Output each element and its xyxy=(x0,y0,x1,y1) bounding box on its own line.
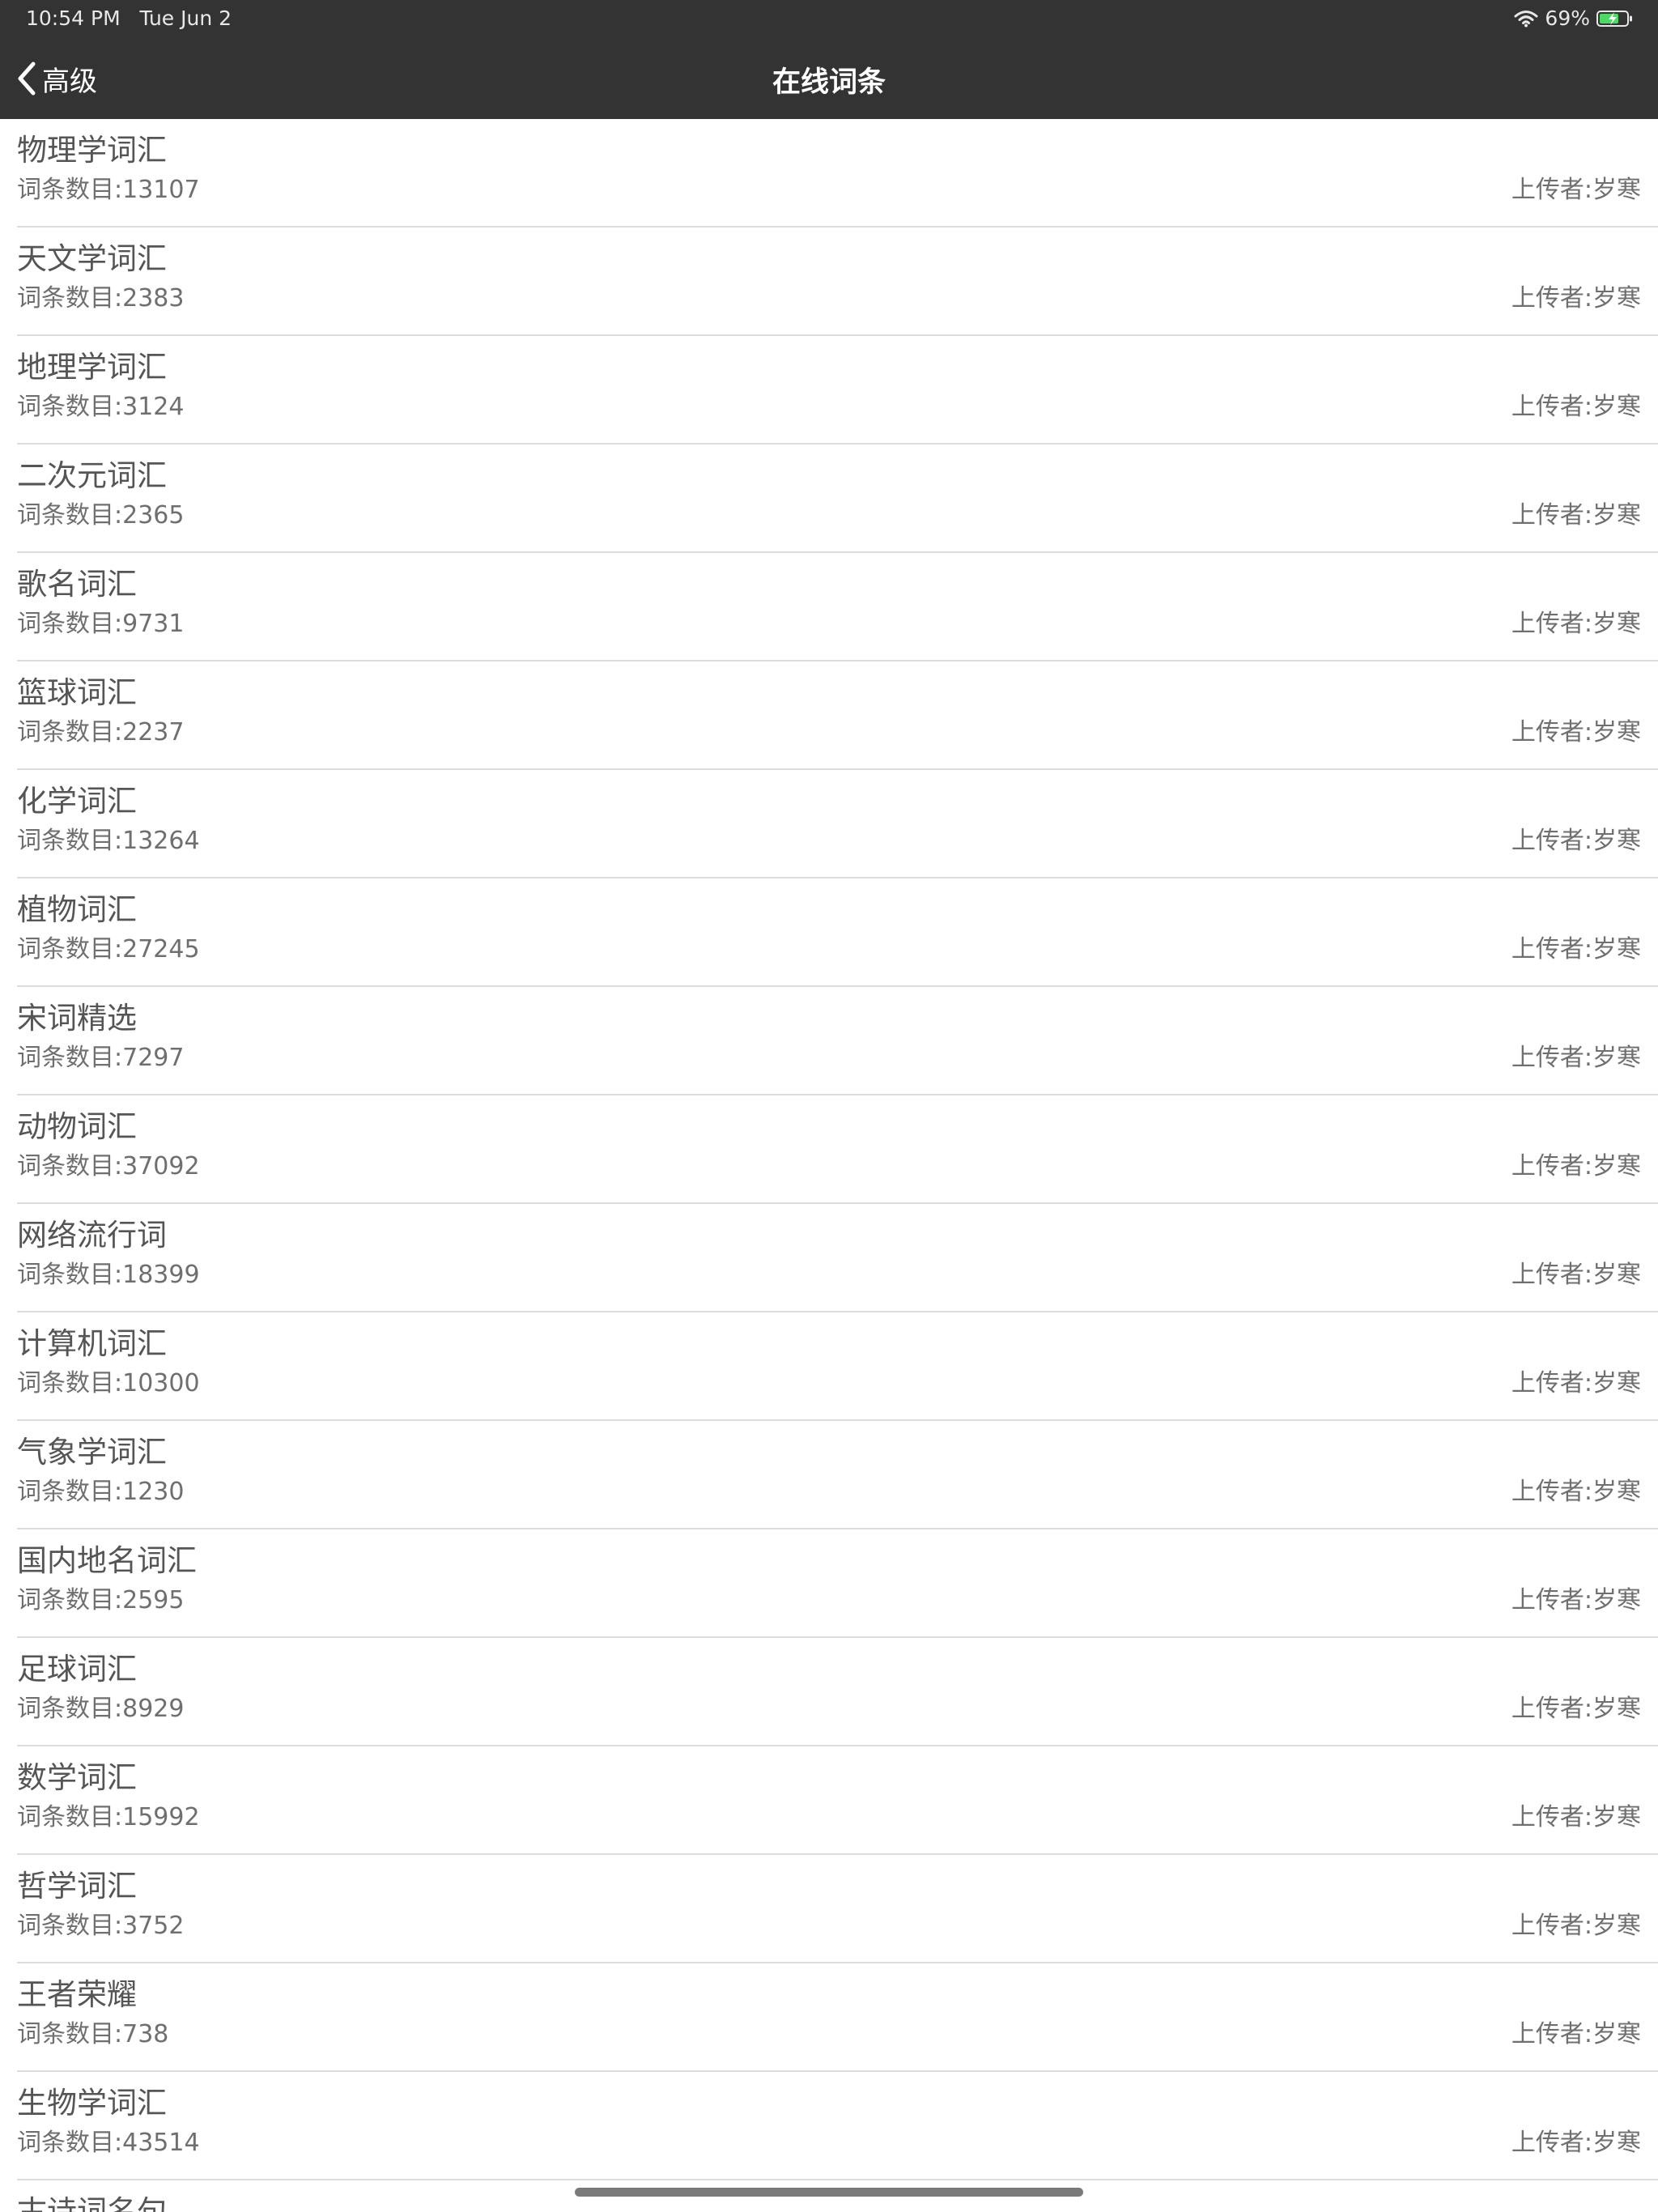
screen: 10:54 PM Tue Jun 2 69% 高级 在线词条 物理学词汇 词条数… xyxy=(0,0,1658,2212)
item-title: 足球词汇 xyxy=(17,1652,137,1687)
item-title: 篮球词汇 xyxy=(17,675,137,710)
list-item[interactable]: 地理学词汇词条数目:3124 上传者:岁寒 xyxy=(17,336,1658,445)
item-title: 地理学词汇 xyxy=(17,350,167,385)
word-list: 物理学词汇 词条数目:13107 上传者:岁寒 天文学词汇 词条数目:2383 上传者:岁… xyxy=(0,119,1658,2212)
item-entry-count: 词条数目:7297 xyxy=(17,1044,185,1072)
list-item[interactable]: 歌名词汇词条数目:9731 上传者:岁寒 xyxy=(17,553,1658,661)
item-uploader: 上传者:岁寒 xyxy=(1511,176,1641,204)
item-uploader: 上传者:岁寒 xyxy=(1511,1152,1641,1180)
item-uploader: 上传者:岁寒 xyxy=(1511,284,1641,313)
list-item[interactable]: 宋词精选词条数目:7297 上传者:岁寒 xyxy=(17,987,1658,1095)
list-item[interactable]: 王者荣耀词条数目:738 上传者:岁寒 xyxy=(17,1963,1658,2072)
list-item[interactable]: 化学词汇词条数目:13264 上传者:岁寒 xyxy=(17,770,1658,878)
item-title: 古诗词名句 xyxy=(17,2194,167,2212)
item-uploader: 上传者:岁寒 xyxy=(1511,1478,1641,1506)
item-entry-count: 词条数目:2365 xyxy=(17,501,185,530)
item-uploader: 上传者:岁寒 xyxy=(1511,501,1641,530)
item-entry-count: 词条数目:2595 xyxy=(17,1586,185,1614)
status-indicators: 69% xyxy=(1514,6,1634,30)
item-title: 物理学词汇 xyxy=(17,133,167,168)
list-item[interactable]: 篮球词汇词条数目:2237 上传者:岁寒 xyxy=(17,661,1658,770)
item-title: 动物词汇 xyxy=(17,1109,137,1144)
list-item[interactable]: 国内地名词汇词条数目:2595 上传者:岁寒 xyxy=(17,1529,1658,1638)
item-uploader: 上传者:岁寒 xyxy=(1511,1912,1641,1940)
list-item[interactable]: 数学词汇词条数目:15992 上传者:岁寒 xyxy=(17,1746,1658,1855)
list-item[interactable]: 生物学词汇词条数目:43514 上传者:岁寒 xyxy=(17,2072,1658,2180)
item-title: 宋词精选 xyxy=(17,1001,137,1036)
item-entry-count: 词条数目:8929 xyxy=(17,1695,185,1723)
item-entry-count: 词条数目:13107 xyxy=(17,176,200,204)
item-uploader: 上传者:岁寒 xyxy=(1511,2020,1641,2048)
item-uploader: 上传者:岁寒 xyxy=(1511,393,1641,421)
battery-percent: 69% xyxy=(1545,6,1590,30)
item-title: 天文学词汇 xyxy=(17,241,167,276)
item-title: 气象学词汇 xyxy=(17,1435,167,1470)
top-bar: 10:54 PM Tue Jun 2 69% 高级 在线词条 xyxy=(0,0,1658,119)
item-uploader: 上传者:岁寒 xyxy=(1511,1369,1641,1397)
list-item[interactable]: 天文学词汇词条数目:2383 上传者:岁寒 xyxy=(17,228,1658,336)
wifi-icon xyxy=(1514,10,1538,28)
item-entry-count: 词条数目:3752 xyxy=(17,1912,185,1940)
status-bar: 10:54 PM Tue Jun 2 69% xyxy=(0,0,1658,38)
status-time: 10:54 PM Tue Jun 2 xyxy=(26,6,232,30)
list-item[interactable]: 植物词汇词条数目:27245 上传者:岁寒 xyxy=(17,878,1658,987)
item-entry-count: 词条数目:2383 xyxy=(17,284,185,313)
list-item[interactable]: 哲学词汇词条数目:3752 上传者:岁寒 xyxy=(17,1855,1658,1963)
item-title: 王者荣耀 xyxy=(17,1977,137,2012)
page-title: 在线词条 xyxy=(772,66,886,99)
item-entry-count: 词条数目:27245 xyxy=(17,935,200,963)
item-uploader: 上传者:岁寒 xyxy=(1511,718,1641,747)
list-item[interactable]: 物理学词汇词条数目:13107 上传者:岁寒 xyxy=(17,119,1658,228)
list-item[interactable]: 网络流行词词条数目:18399 上传者:岁寒 xyxy=(17,1204,1658,1312)
item-entry-count: 词条数目:738 xyxy=(17,2020,169,2048)
item-entry-count: 词条数目:1230 xyxy=(17,1478,185,1506)
item-entry-count: 词条数目:2237 xyxy=(17,718,185,747)
list-item[interactable]: 动物词汇词条数目:37092 上传者:岁寒 xyxy=(17,1095,1658,1204)
list-item[interactable]: 二次元词汇词条数目:2365 上传者:岁寒 xyxy=(17,445,1658,553)
item-uploader: 上传者:岁寒 xyxy=(1511,1586,1641,1614)
item-title: 数学词汇 xyxy=(17,1760,137,1795)
item-uploader: 上传者:岁寒 xyxy=(1511,1044,1641,1072)
item-uploader: 上传者:岁寒 xyxy=(1511,1803,1641,1831)
item-uploader: 上传者:岁寒 xyxy=(1511,1695,1641,1723)
item-title: 化学词汇 xyxy=(17,784,137,819)
item-title: 二次元词汇 xyxy=(17,458,167,493)
item-entry-count: 词条数目:13264 xyxy=(17,827,200,855)
item-uploader: 上传者:岁寒 xyxy=(1511,2129,1641,2157)
item-uploader: 上传者:岁寒 xyxy=(1511,827,1641,855)
battery-charging-icon xyxy=(1596,10,1634,28)
item-entry-count: 词条数目:9731 xyxy=(17,610,185,638)
item-entry-count: 词条数目:10300 xyxy=(17,1369,200,1397)
status-clock: 10:54 PM xyxy=(26,6,121,30)
item-entry-count: 词条数目:3124 xyxy=(17,393,185,421)
item-title: 国内地名词汇 xyxy=(17,1543,197,1578)
list-item[interactable]: 计算机词汇词条数目:10300 上传者:岁寒 xyxy=(17,1312,1658,1421)
status-date: Tue Jun 2 xyxy=(139,6,232,30)
item-title: 歌名词汇 xyxy=(17,567,137,602)
item-entry-count: 词条数目:43514 xyxy=(17,2129,200,2157)
item-uploader: 上传者:岁寒 xyxy=(1511,610,1641,638)
item-uploader: 上传者:岁寒 xyxy=(1511,935,1641,963)
item-title: 哲学词汇 xyxy=(17,1869,137,1904)
item-entry-count: 词条数目:37092 xyxy=(17,1152,200,1180)
item-title: 植物词汇 xyxy=(17,892,137,927)
item-entry-count: 词条数目:15992 xyxy=(17,1803,200,1831)
item-title: 网络流行词 xyxy=(17,1218,167,1253)
navigation-bar: 高级 在线词条 xyxy=(0,38,1658,119)
home-indicator[interactable] xyxy=(575,2188,1083,2197)
item-title: 计算机词汇 xyxy=(17,1326,167,1361)
item-title: 生物学词汇 xyxy=(17,2086,167,2121)
item-uploader: 上传者:岁寒 xyxy=(1511,1261,1641,1289)
list-item[interactable]: 气象学词汇词条数目:1230 上传者:岁寒 xyxy=(17,1421,1658,1529)
item-entry-count: 词条数目:18399 xyxy=(17,1261,200,1289)
list-item[interactable]: 足球词汇词条数目:8929 上传者:岁寒 xyxy=(17,1638,1658,1746)
